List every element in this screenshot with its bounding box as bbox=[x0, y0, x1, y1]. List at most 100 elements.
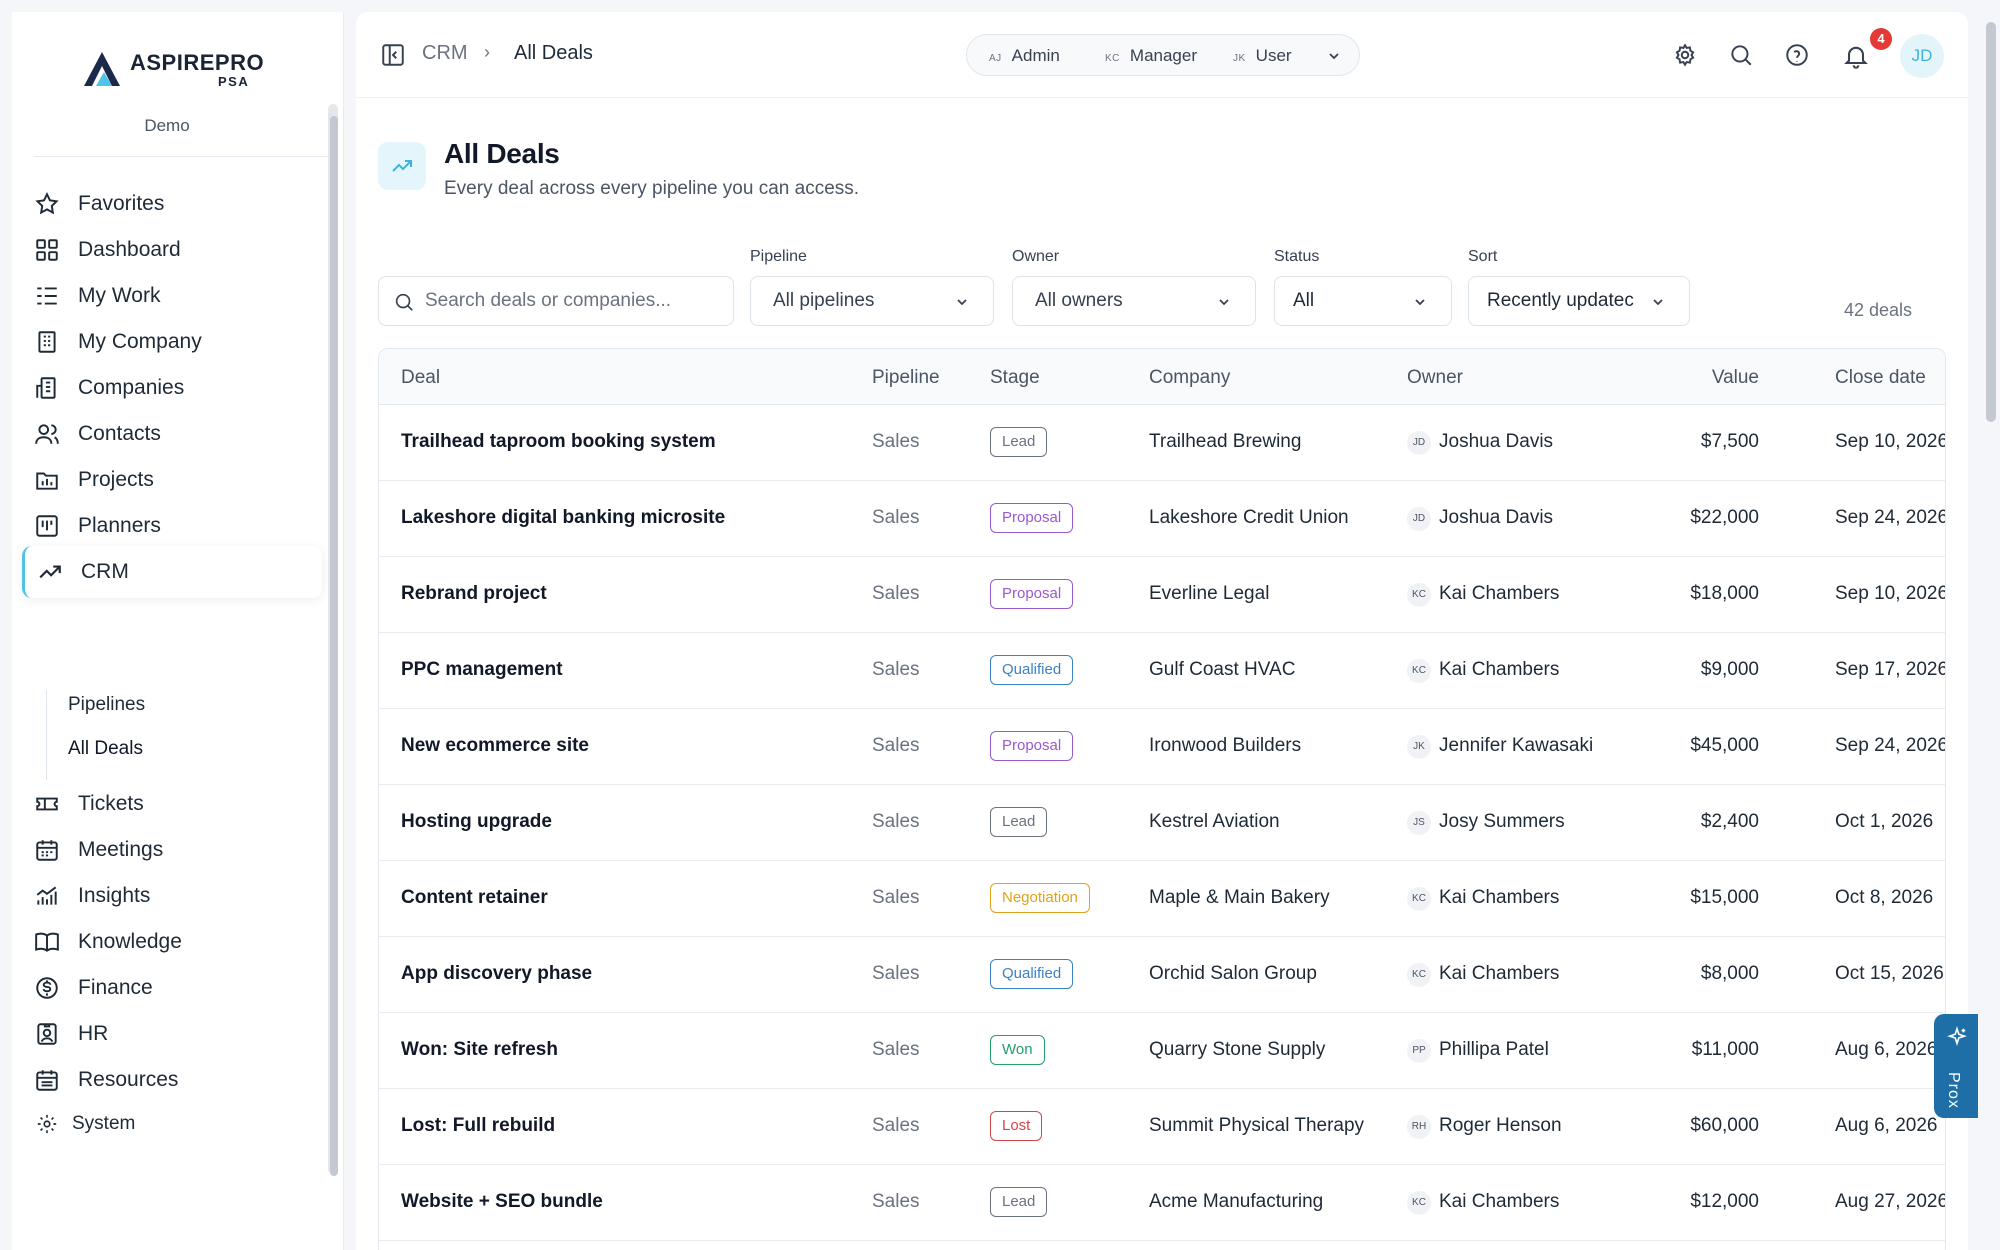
sidebar-item-tickets[interactable]: Tickets bbox=[22, 778, 322, 830]
sidebar-item-insights[interactable]: Insights bbox=[22, 870, 322, 922]
assistant-launcher[interactable]: Prox bbox=[1934, 1014, 1978, 1118]
table-row[interactable]: Lakeshore digital banking microsite Sales… bbox=[379, 481, 1945, 557]
breadcrumb-current: All Deals bbox=[514, 42, 593, 64]
table-row[interactable]: App discovery phase Sales Qualified Orchid … bbox=[379, 937, 1945, 1013]
deal-name[interactable]: Trailhead taproom booking system bbox=[401, 431, 716, 453]
owner-avatar: JD bbox=[1407, 507, 1431, 531]
table-row[interactable]: Content retainer Sales Negotiation Maple & … bbox=[379, 861, 1945, 937]
role-manager[interactable]: KC Manager bbox=[1105, 46, 1197, 66]
sidebar-toggle-icon[interactable] bbox=[380, 42, 406, 68]
column-header-company[interactable]: Company bbox=[1149, 367, 1230, 389]
sidebar-item-dashboard[interactable]: Dashboard bbox=[22, 224, 322, 276]
role-admin[interactable]: AJ Admin bbox=[989, 46, 1060, 66]
sidebar-item-companies[interactable]: Companies bbox=[22, 362, 322, 414]
deal-name[interactable]: Won: Site refresh bbox=[401, 1039, 558, 1061]
sidebar-scrollbar-thumb[interactable] bbox=[330, 116, 338, 1176]
table-row[interactable]: Hosting upgrade Sales Lead Kestrel Aviation… bbox=[379, 785, 1945, 861]
calendar-icon bbox=[36, 840, 58, 861]
deal-name[interactable]: Hosting upgrade bbox=[401, 811, 552, 833]
deal-pipeline: Sales bbox=[872, 1039, 920, 1060]
sort-select[interactable]: Recently updatec bbox=[1468, 276, 1690, 326]
avatar[interactable]: JD bbox=[1900, 34, 1944, 78]
sidebar-item-favorites[interactable]: Favorites bbox=[22, 178, 322, 230]
deal-owner: Kai Chambers bbox=[1439, 659, 1560, 680]
deal-pipeline: Sales bbox=[872, 583, 920, 604]
notification-badge: 4 bbox=[1870, 28, 1892, 50]
deal-name[interactable]: PPC management bbox=[401, 659, 563, 681]
role-switcher[interactable]: AJ Admin KC Manager JK User bbox=[966, 34, 1360, 76]
logo[interactable]: ASPIREPRO PSA bbox=[72, 34, 264, 94]
deal-value: $22,000 bbox=[1690, 507, 1759, 528]
sidebar-subitem-pipelines[interactable]: Pipelines bbox=[68, 694, 145, 716]
sidebar-item-projects[interactable]: Projects bbox=[22, 454, 322, 506]
help-icon[interactable] bbox=[1784, 42, 1810, 68]
sidebar-subitem-all-deals[interactable]: All Deals bbox=[68, 738, 143, 760]
deal-name[interactable]: Content retainer bbox=[401, 887, 548, 909]
sidebar-item-planners[interactable]: Planners bbox=[22, 500, 322, 552]
owner-label: Owner bbox=[1012, 248, 1060, 265]
deal-owner: Roger Henson bbox=[1439, 1115, 1562, 1136]
star-icon bbox=[35, 192, 59, 215]
search-input[interactable]: Search deals or companies... bbox=[378, 276, 734, 326]
pipeline-select[interactable]: All pipelines bbox=[750, 276, 994, 326]
column-header-pipeline[interactable]: Pipeline bbox=[872, 367, 940, 389]
chevron-down-icon[interactable] bbox=[1327, 49, 1341, 63]
sidebar-item-contacts[interactable]: Contacts bbox=[22, 408, 322, 460]
deal-close-date: Aug 6, 2026 bbox=[1835, 1115, 1938, 1136]
deal-close-date: Sep 10, 2026 bbox=[1835, 583, 1946, 604]
sidebar-item-meetings[interactable]: Meetings bbox=[22, 824, 322, 876]
deal-name[interactable]: New ecommerce site bbox=[401, 735, 589, 757]
table-row[interactable]: PPC management Sales Qualified Gulf Coast H… bbox=[379, 633, 1945, 709]
deal-name[interactable]: Website + SEO bundle bbox=[401, 1191, 603, 1213]
sidebar-item-crm[interactable]: CRM bbox=[22, 546, 322, 598]
deal-pipeline: Sales bbox=[872, 963, 920, 984]
sidebar-item-my-company[interactable]: My Company bbox=[22, 316, 322, 368]
deal-pipeline: Sales bbox=[872, 507, 920, 528]
table-row[interactable]: Won: Site refresh Sales Won Quarry Stone Su… bbox=[379, 1013, 1945, 1089]
chevron-down-icon bbox=[1219, 299, 1229, 306]
deal-name[interactable]: Rebrand project bbox=[401, 583, 547, 605]
stage-badge: Proposal bbox=[990, 731, 1074, 761]
column-header-deal[interactable]: Deal bbox=[401, 367, 440, 389]
deal-pipeline: Sales bbox=[872, 1191, 920, 1212]
sidebar-item-label: Resources bbox=[78, 1068, 179, 1091]
sidebar-item-knowledge[interactable]: Knowledge bbox=[22, 916, 322, 968]
book-icon bbox=[35, 932, 59, 952]
bell-icon[interactable] bbox=[1842, 42, 1870, 70]
tenant-name[interactable]: Demo bbox=[12, 116, 322, 136]
role-user[interactable]: JK User bbox=[1233, 46, 1292, 66]
column-header-owner[interactable]: Owner bbox=[1407, 367, 1463, 389]
settings-icon[interactable] bbox=[1672, 42, 1698, 68]
deal-name[interactable]: Lakeshore digital banking microsite bbox=[401, 507, 725, 529]
sidebar-item-finance[interactable]: Finance bbox=[22, 962, 322, 1014]
sidebar-item-my-work[interactable]: My Work bbox=[22, 270, 322, 322]
deal-name[interactable]: App discovery phase bbox=[401, 963, 592, 985]
deal-company: Kestrel Aviation bbox=[1149, 811, 1280, 832]
main-scrollbar-thumb[interactable] bbox=[1986, 22, 1996, 422]
deal-value: $45,000 bbox=[1690, 735, 1759, 756]
sidebar-item-hr[interactable]: HR bbox=[22, 1008, 322, 1060]
topbar: CRM › All Deals AJ Admin KC Manager JK User… bbox=[356, 12, 1968, 98]
column-header-stage[interactable]: Stage bbox=[990, 367, 1040, 389]
owner-select[interactable]: All owners bbox=[1012, 276, 1256, 326]
table-row[interactable]: Website + SEO bundle Sales Lead Acme Manufa… bbox=[379, 1165, 1945, 1241]
table-row[interactable]: Trailhead taproom booking system Sales Lea… bbox=[379, 405, 1945, 481]
sidebar-item-label: Meetings bbox=[78, 838, 164, 861]
search-icon[interactable] bbox=[1728, 42, 1754, 68]
deal-name[interactable]: Lost: Full rebuild bbox=[401, 1115, 555, 1137]
column-header-close-date[interactable]: Close date bbox=[1835, 367, 1926, 389]
deal-company: Ironwood Builders bbox=[1149, 735, 1302, 756]
status-select[interactable]: All bbox=[1274, 276, 1452, 326]
table-row[interactable]: Rebrand project Sales Proposal Everline Leg… bbox=[379, 557, 1946, 633]
sidebar-item-resources[interactable]: Resources bbox=[22, 1054, 322, 1106]
deal-count: 42 deals bbox=[1843, 300, 1912, 320]
column-header-value[interactable]: Value bbox=[1712, 367, 1759, 389]
breadcrumb-crm[interactable]: CRM bbox=[422, 42, 468, 65]
owner-avatar: JK bbox=[1407, 735, 1431, 759]
deal-value: $2,400 bbox=[1700, 811, 1759, 832]
sidebar-item-system[interactable]: System bbox=[22, 1102, 322, 1146]
table-row[interactable]: New ecommerce site Sales Proposal Ironwood … bbox=[379, 709, 1945, 785]
checklist-icon bbox=[37, 287, 57, 305]
table-row[interactable]: Lost: Full rebuild Sales Lost Summit Physic… bbox=[379, 1089, 1945, 1165]
deal-company: Maple & Main Bakery bbox=[1149, 887, 1330, 908]
